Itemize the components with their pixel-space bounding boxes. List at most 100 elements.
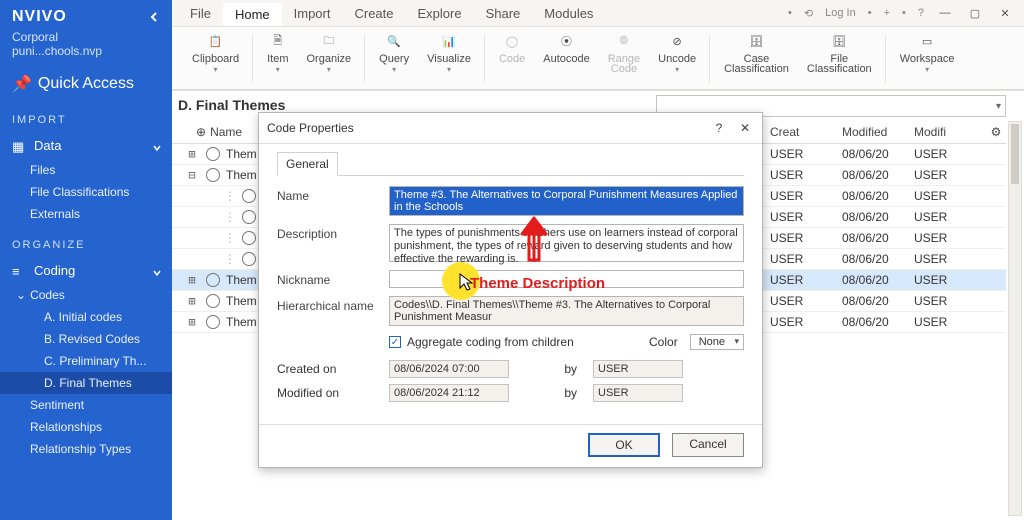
gear-icon[interactable]: ⚙ bbox=[986, 125, 1006, 139]
menu-share[interactable]: Share bbox=[474, 2, 533, 25]
code-bullet-icon bbox=[242, 231, 256, 245]
nav-externals[interactable]: Externals bbox=[0, 203, 172, 225]
ribbon-query[interactable]: 🔍Query▾ bbox=[373, 29, 415, 76]
collapse-sidebar-icon[interactable] bbox=[146, 11, 162, 23]
nav-coding[interactable]: ≡Coding bbox=[0, 257, 172, 284]
ribbon-clipboard[interactable]: 📋Clipboard▾ bbox=[186, 29, 245, 76]
nav-relationships[interactable]: Relationships bbox=[0, 416, 172, 438]
col-name[interactable]: Name bbox=[210, 125, 242, 139]
row-label: Them bbox=[226, 273, 257, 287]
ribbon: 📋Clipboard▾ 🗎Item▾ 🗀Organize▾ 🔍Query▾ 📊V… bbox=[172, 26, 1024, 90]
clipboard-icon: 📋 bbox=[206, 31, 226, 51]
aggregate-checkbox[interactable]: ✓ bbox=[389, 336, 401, 348]
expander-icon[interactable]: ⊞ bbox=[186, 315, 198, 329]
range-icon: ⦾ bbox=[614, 31, 634, 51]
plus-icon[interactable]: + bbox=[880, 5, 894, 21]
code-bullet-icon bbox=[206, 147, 220, 161]
section-organize: ORGANIZE bbox=[0, 225, 172, 257]
code-bullet-icon bbox=[206, 168, 220, 182]
nav-codes[interactable]: ⌄Codes bbox=[0, 284, 172, 306]
nav-files[interactable]: Files bbox=[0, 159, 172, 181]
nav-file-classifications[interactable]: File Classifications bbox=[0, 181, 172, 203]
menu-file[interactable]: File bbox=[178, 2, 223, 25]
code-bullet-icon bbox=[242, 252, 256, 266]
nav-relationship-types[interactable]: Relationship Types bbox=[0, 438, 172, 460]
cloud-icon[interactable]: • bbox=[784, 5, 796, 21]
dialog-title: Code Properties bbox=[267, 121, 354, 135]
label-created-by: by bbox=[521, 362, 581, 376]
window-close[interactable]: ✕ bbox=[992, 3, 1018, 23]
chart-icon: 📊 bbox=[439, 31, 459, 51]
vertical-scrollbar[interactable] bbox=[1008, 121, 1022, 516]
window-minimize[interactable]: — bbox=[932, 3, 958, 23]
ribbon-case-classification[interactable]: 🗄CaseClassification bbox=[718, 29, 795, 77]
sync-icon[interactable]: ⟲ bbox=[800, 5, 817, 22]
created-on-value: 08/06/2024 07:00 bbox=[389, 360, 509, 378]
menu-import[interactable]: Import bbox=[282, 2, 343, 25]
quick-access[interactable]: 📌 Quick Access bbox=[0, 68, 172, 100]
login-link[interactable]: Log In bbox=[821, 5, 860, 21]
cancel-button[interactable]: Cancel bbox=[672, 433, 744, 457]
col-createdby[interactable]: Creat bbox=[770, 125, 842, 139]
nav-code-revised[interactable]: B. Revised Codes bbox=[0, 328, 172, 350]
ribbon-item[interactable]: 🗎Item▾ bbox=[261, 29, 294, 76]
project-name: Corporal puni...chools.nvp bbox=[0, 30, 172, 68]
grid-icon: ▦ bbox=[12, 139, 26, 153]
code-bullet-icon bbox=[206, 273, 220, 287]
menu-explore[interactable]: Explore bbox=[406, 2, 474, 25]
menu-home[interactable]: Home bbox=[223, 3, 282, 26]
col-modifiedby[interactable]: Modifi bbox=[914, 125, 986, 139]
ribbon-organize[interactable]: 🗀Organize▾ bbox=[301, 29, 358, 76]
ok-button[interactable]: OK bbox=[588, 433, 660, 457]
nav-code-initial[interactable]: A. Initial codes bbox=[0, 306, 172, 328]
pin-icon: 📌 bbox=[12, 74, 32, 94]
modified-on-value: 08/06/2024 21:12 bbox=[389, 384, 509, 402]
row-label: Them bbox=[226, 315, 257, 329]
window-maximize[interactable]: ▢ bbox=[962, 3, 988, 23]
list-icon: ≡ bbox=[12, 264, 26, 278]
menu-create[interactable]: Create bbox=[342, 2, 405, 25]
row-label: Them bbox=[226, 294, 257, 308]
tab-general[interactable]: General bbox=[277, 152, 338, 176]
color-select[interactable]: None bbox=[690, 334, 744, 350]
label-color: Color bbox=[649, 335, 678, 349]
expander-icon[interactable]: ⊟ bbox=[186, 168, 198, 182]
nav-code-final[interactable]: D. Final Themes bbox=[0, 372, 172, 394]
code-properties-dialog: Code Properties ? ✕ General Name Theme #… bbox=[258, 112, 763, 468]
uncode-icon: ⊘ bbox=[667, 31, 687, 51]
chevron-down-icon: ⌄ bbox=[16, 288, 26, 302]
modified-by-value: USER bbox=[593, 384, 683, 402]
sidebar: NVIVO Corporal puni...chools.nvp 📌 Quick… bbox=[0, 0, 172, 520]
dialog-close-button[interactable]: ✕ bbox=[736, 119, 754, 137]
ribbon-range-code: ⦾RangeCode bbox=[602, 29, 646, 77]
ribbon-autocode[interactable]: ⦿Autocode bbox=[537, 29, 595, 77]
code-bullet-icon bbox=[242, 189, 256, 203]
ribbon-workspace[interactable]: ▭Workspace▾ bbox=[894, 29, 961, 76]
nav-data[interactable]: ▦Data bbox=[0, 132, 172, 159]
name-field[interactable]: Theme #3. The Alternatives to Corporal P… bbox=[389, 186, 744, 216]
label-modified-by: by bbox=[521, 386, 581, 400]
expander-icon[interactable]: ⊞ bbox=[186, 294, 198, 308]
col-modified[interactable]: Modified bbox=[842, 125, 914, 139]
expand-all-icon[interactable]: ⊕ bbox=[196, 125, 206, 139]
chevron-down-icon[interactable]: ▾ bbox=[996, 101, 1001, 112]
menu-modules[interactable]: Modules bbox=[532, 2, 605, 25]
ribbon-visualize[interactable]: 📊Visualize▾ bbox=[421, 29, 477, 76]
created-by-value: USER bbox=[593, 360, 683, 378]
ribbon-file-classification[interactable]: 🗄FileClassification bbox=[801, 29, 878, 77]
nav-code-preliminary[interactable]: C. Preliminary Th... bbox=[0, 350, 172, 372]
ribbon-uncode[interactable]: ⊘Uncode▾ bbox=[652, 29, 702, 77]
expander-icon[interactable]: ⊞ bbox=[186, 273, 198, 287]
label-nickname: Nickname bbox=[277, 270, 377, 287]
expander-icon[interactable]: ⊞ bbox=[186, 147, 198, 161]
row-label: Them bbox=[226, 168, 257, 182]
help-icon[interactable]: ? bbox=[914, 5, 928, 21]
description-field[interactable]: The types of punishments teachers use on… bbox=[389, 224, 744, 262]
row-label: Them bbox=[226, 147, 257, 161]
menu-bar: File Home Import Create Explore Share Mo… bbox=[172, 0, 1024, 26]
label-description: Description bbox=[277, 224, 377, 241]
label-created-on: Created on bbox=[277, 362, 377, 376]
nav-sentiment[interactable]: Sentiment bbox=[0, 394, 172, 416]
dialog-help-button[interactable]: ? bbox=[710, 119, 728, 137]
nickname-field[interactable] bbox=[389, 270, 744, 288]
